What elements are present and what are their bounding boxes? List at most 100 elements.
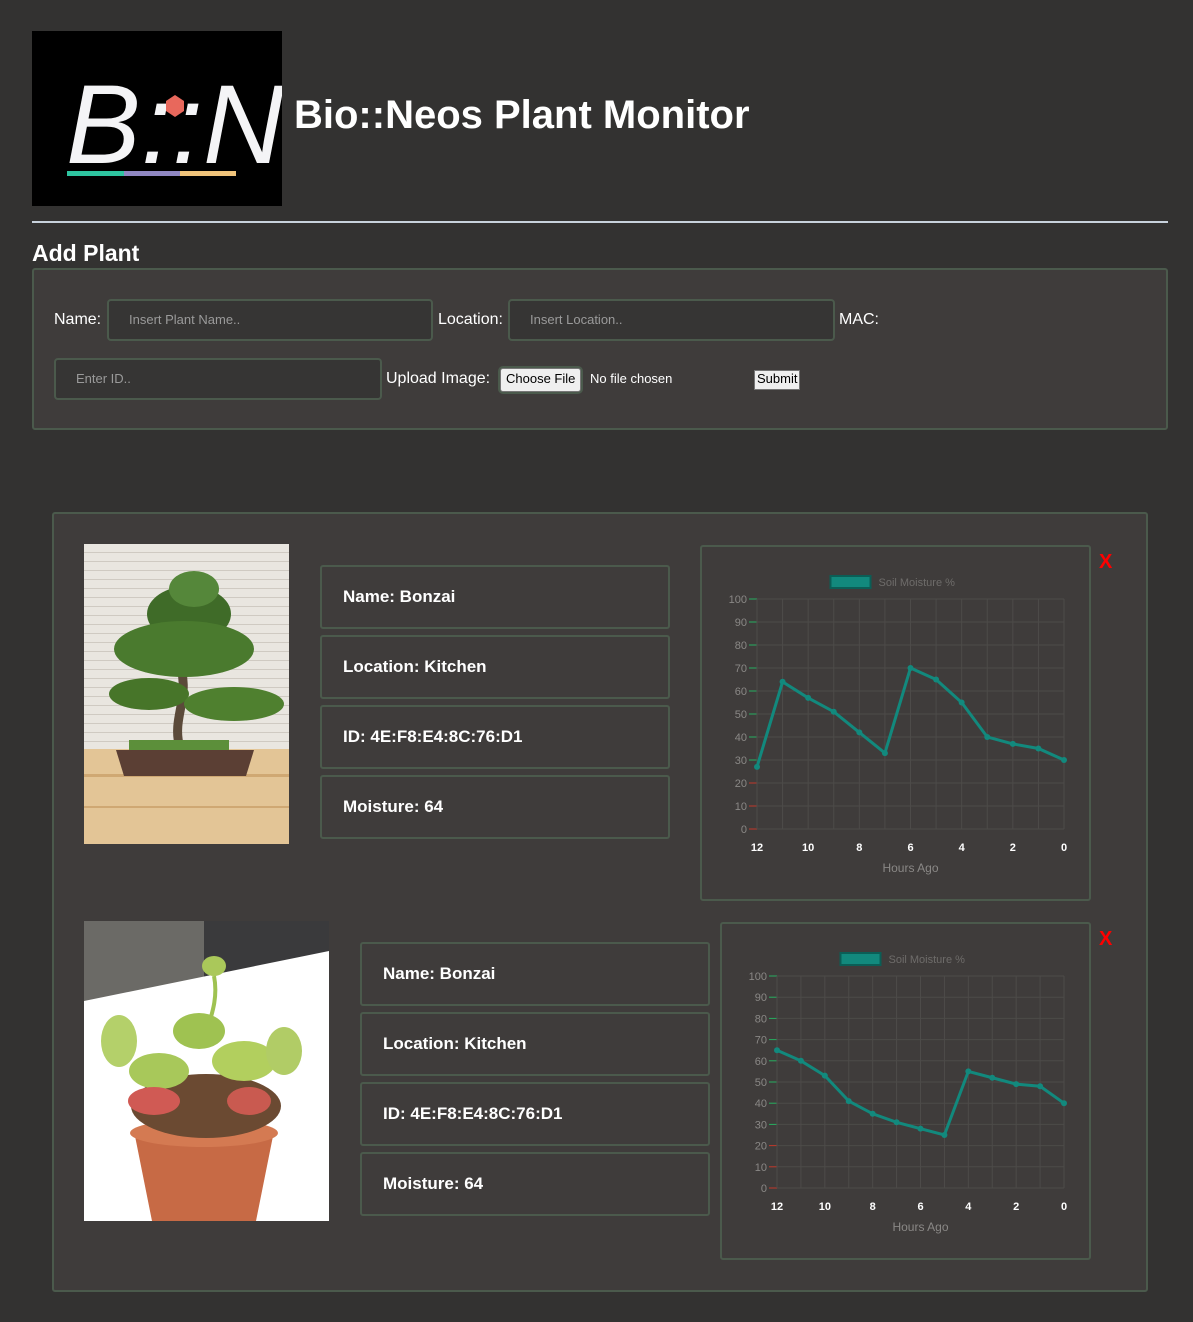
y-tick-label: 20: [755, 1141, 767, 1153]
file-status: No file chosen: [590, 371, 673, 386]
data-point: [958, 699, 965, 706]
header-divider: [32, 221, 1168, 223]
y-tick-label: 60: [735, 686, 747, 698]
data-point: [917, 1125, 924, 1132]
y-tick-label: 70: [755, 1035, 767, 1047]
data-point: [797, 1057, 804, 1064]
y-tick-label: 100: [749, 971, 767, 983]
data-point: [821, 1072, 828, 1079]
y-tick-label: 10: [755, 1162, 767, 1174]
data-point: [965, 1068, 972, 1075]
plant-name-input[interactable]: Insert Plant Name..: [107, 299, 433, 341]
moisture-chart-svg: 010203040506070809010012 10 8 6 4 2 0Hours Ago…: [749, 952, 1067, 1234]
choose-file-button[interactable]: Choose File: [500, 368, 582, 392]
data-point: [1013, 1081, 1020, 1088]
x-tick-label: 2: [1013, 1201, 1019, 1213]
y-tick-label: 90: [755, 992, 767, 1004]
x-tick-label: 10: [819, 1201, 831, 1213]
data-point: [845, 1098, 852, 1105]
logo-bar-purple: [124, 171, 180, 176]
x-tick-label: 12: [771, 1201, 783, 1213]
add-plant-form: Name: Insert Plant Name.. Location: Inse…: [32, 268, 1168, 430]
x-tick-label: 8: [870, 1201, 876, 1213]
data-point: [779, 678, 786, 685]
y-tick-label: 100: [729, 594, 747, 606]
x-axis-label: Hours Ago: [882, 861, 938, 875]
data-point: [805, 694, 812, 701]
plant-name: Name: Bonzai: [360, 942, 710, 1006]
logo-text: B::N: [66, 62, 282, 187]
data-point: [1035, 745, 1042, 752]
bioneos-logo-graphic: B::N: [66, 62, 282, 187]
y-tick-label: 30: [755, 1119, 767, 1131]
plant-name: Name: Bonzai: [320, 565, 670, 629]
y-tick-label: 40: [735, 732, 747, 744]
legend-label: Soil Moisture %: [879, 577, 956, 589]
moisture-chart-1: 0 10 20 30 40 50 60 70 80 90 100 12 10 8 6 4 2 0 Hours Ago…: [700, 545, 1091, 901]
data-point: [941, 1132, 948, 1138]
location-input[interactable]: Insert Location..: [508, 299, 835, 341]
data-point: [856, 729, 863, 736]
mac-label: MAC:: [839, 311, 879, 328]
name-label: Name:: [54, 311, 102, 328]
y-tick-label: 0: [741, 824, 747, 836]
x-tick-label: 0: [1061, 842, 1067, 854]
submit-button[interactable]: Submit: [754, 370, 801, 390]
data-point: [933, 676, 940, 683]
y-tick-label: 60: [755, 1056, 767, 1068]
logo-bar-yellow: [180, 171, 236, 176]
data-point: [1009, 740, 1016, 747]
y-tick-label: 70: [735, 663, 747, 675]
x-tick-label: 10: [802, 842, 814, 854]
data-point: [774, 1047, 780, 1054]
moisture-chart-svg: 010203040506070809010012 10 8 6 4 2 0Hours Ago…: [729, 575, 1067, 875]
upload-image-label: Upload Image:: [386, 370, 491, 387]
data-point: [907, 665, 914, 671]
bonsai-image: [84, 544, 289, 844]
data-point: [989, 1074, 996, 1081]
data-point: [881, 750, 888, 757]
x-tick-label: 6: [917, 1201, 923, 1213]
y-tick-label: 10: [735, 801, 747, 813]
plant-photo-bonsai: [84, 544, 289, 844]
y-tick-label: 80: [755, 1013, 767, 1025]
data-point: [984, 734, 991, 740]
x-tick-label: 12: [751, 842, 763, 854]
x-tick-label: 2: [1010, 842, 1016, 854]
y-tick-label: 80: [735, 640, 747, 652]
data-point: [754, 763, 760, 770]
mac-id-input[interactable]: Enter ID..: [54, 358, 382, 400]
plant-location: Location: Kitchen: [360, 1012, 710, 1076]
location-label: Location:: [438, 311, 503, 328]
x-tick-label: 0: [1061, 1201, 1067, 1213]
page-title: Bio::Neos Plant Monitor: [294, 93, 750, 137]
y-tick-label: 30: [735, 755, 747, 767]
y-tick-label: 90: [735, 617, 747, 629]
plant-location: Location: Kitchen: [320, 635, 670, 699]
x-tick-label: 4: [965, 1201, 972, 1213]
data-point: [1061, 1100, 1067, 1107]
plant-moisture: Moisture: 64: [320, 775, 670, 839]
x-tick-label: 8: [856, 842, 862, 854]
y-tick-label: 40: [755, 1098, 767, 1110]
data-point: [869, 1110, 876, 1117]
plant-id: ID: 4E:F8:E4:8C:76:D1: [320, 705, 670, 769]
plant-list: Name: Bonzai Location: Kitchen ID: 4E:F8…: [52, 512, 1148, 1292]
plant-moisture: Moisture: 64: [360, 1152, 710, 1216]
x-tick-label: 6: [907, 842, 913, 854]
legend-swatch: [829, 575, 872, 589]
header: B::N Bio::Neos Plant Monitor: [32, 31, 1168, 206]
moisture-chart-2: 0 10 20 30 40 50 60 70 80 90 100 12 10 8 6 4 2 0 Hours Ago…: [720, 922, 1091, 1260]
y-tick-label: 50: [735, 709, 747, 721]
data-point: [893, 1119, 900, 1126]
data-point: [830, 708, 837, 715]
x-axis-label: Hours Ago: [892, 1220, 948, 1234]
plant-id: ID: 4E:F8:E4:8C:76:D1: [360, 1082, 710, 1146]
legend-label: Soil Moisture %: [889, 954, 966, 966]
data-point: [1037, 1083, 1044, 1090]
remove-plant-button[interactable]: X: [1099, 928, 1112, 951]
remove-plant-button[interactable]: X: [1099, 551, 1112, 574]
plant-photo-venus-flytrap: [84, 921, 329, 1221]
y-tick-label: 50: [755, 1077, 767, 1089]
legend-swatch: [839, 952, 882, 966]
